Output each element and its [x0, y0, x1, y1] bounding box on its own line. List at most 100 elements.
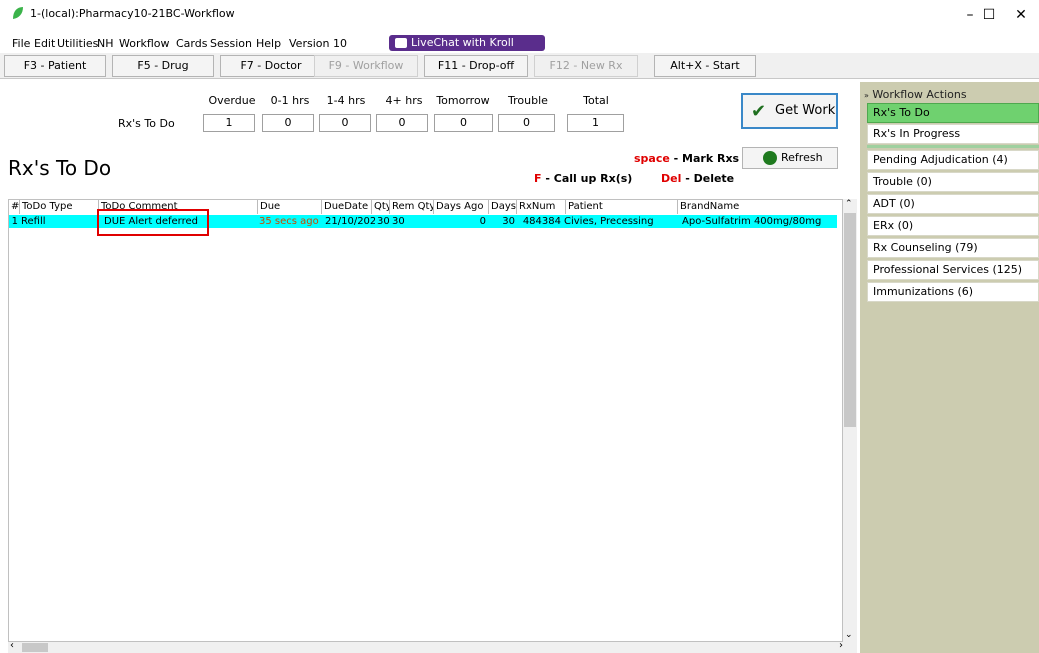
menu-edit[interactable]: Edit	[34, 37, 55, 50]
get-work-label: Get Work	[775, 103, 836, 118]
page-title: Rx's To Do	[8, 156, 112, 180]
scroll-right-icon[interactable]: ›	[839, 640, 843, 651]
count-1-4[interactable]: 0	[319, 114, 371, 132]
refresh-button[interactable]: Refresh	[742, 147, 838, 169]
function-key-bar: F3 - Patient F5 - Drug F7 - Doctor F9 - …	[0, 53, 1039, 79]
menu-file[interactable]: File	[12, 37, 30, 50]
f5-drug-button[interactable]: F5 - Drug	[112, 55, 214, 77]
hint-key-f: F	[534, 172, 542, 185]
cell-daysago: 0	[479, 216, 486, 227]
cell-patient: Civies, Precessing	[564, 216, 654, 227]
action-rx-counseling[interactable]: Rx Counseling (79)	[867, 238, 1039, 258]
hint-key-space: space	[634, 152, 670, 165]
menu-cards[interactable]: Cards	[176, 37, 207, 50]
cell-duedate: 21/10/2020	[325, 216, 375, 227]
col-days-ago[interactable]: Days Ago	[434, 200, 489, 214]
horizontal-scrollbar[interactable]: ‹ ›	[8, 640, 857, 653]
count-header-4plus: 4+ hrs	[385, 94, 423, 107]
hint-text-mark: - Mark Rxs	[669, 152, 740, 165]
group-divider	[867, 145, 1039, 148]
action-professional-services[interactable]: Professional Services (125)	[867, 260, 1039, 280]
f11-dropoff-button[interactable]: F11 - Drop-off	[424, 55, 528, 77]
hint-text-delete: - Delete	[681, 172, 735, 185]
count-row-label: Rx's To Do	[118, 117, 175, 130]
col-days[interactable]: Days	[489, 200, 517, 214]
col-num[interactable]: #	[9, 200, 20, 214]
cell-num: 1	[11, 216, 18, 227]
window-title: 1-(local):Pharmacy10-21BC-Workflow	[30, 7, 235, 20]
count-header-trouble: Trouble	[508, 94, 548, 107]
workflow-actions-title: Workflow Actions	[872, 88, 967, 101]
menu-workflow[interactable]: Workflow	[119, 37, 170, 50]
start-button[interactable]: Alt+X - Start	[654, 55, 756, 77]
collapse-chevron-icon: »	[864, 91, 869, 100]
col-rxnum[interactable]: RxNum	[517, 200, 566, 214]
scroll-up-icon[interactable]: ⌃	[845, 199, 853, 209]
action-pending-adjudication[interactable]: Pending Adjudication (4)	[867, 150, 1039, 170]
col-todo-type[interactable]: ToDo Type	[20, 200, 99, 214]
todo-grid[interactable]: # ToDo Type ToDo Comment Due DueDate Qty…	[8, 199, 843, 642]
get-work-button[interactable]: ✔ Get Work	[741, 93, 838, 129]
count-header-0-1: 0-1 hrs	[270, 94, 310, 107]
menu-help[interactable]: Help	[256, 37, 281, 50]
count-0-1[interactable]: 0	[262, 114, 314, 132]
action-erx[interactable]: ERx (0)	[867, 216, 1039, 236]
count-panel: Rx's To Do Overdue 0-1 hrs 1-4 hrs 4+ hr…	[0, 79, 843, 141]
workflow-actions-header[interactable]: » Workflow Actions	[864, 88, 967, 101]
cell-days: 30	[502, 216, 515, 227]
count-trouble[interactable]: 0	[498, 114, 555, 132]
leaf-icon	[13, 7, 23, 19]
checkmark-icon: ✔	[751, 101, 767, 122]
scroll-left-icon[interactable]: ‹	[10, 640, 14, 651]
vertical-scrollbar[interactable]: ⌃ ⌄	[843, 199, 857, 642]
cell-remqty: 30	[392, 216, 405, 227]
action-trouble[interactable]: Trouble (0)	[867, 172, 1039, 192]
menu-utilities[interactable]: Utilities	[57, 37, 98, 50]
cell-due: 35 secs ago	[259, 216, 319, 227]
livechat-button[interactable]: LiveChat with Kroll Support	[389, 35, 545, 65]
cell-type: Refill	[21, 216, 46, 227]
f3-patient-button[interactable]: F3 - Patient	[4, 55, 106, 77]
annotation-highlight-box	[97, 209, 209, 236]
col-patient[interactable]: Patient	[566, 200, 678, 214]
count-header-1-4: 1-4 hrs	[326, 94, 366, 107]
hint-call-up: F - Call up Rx(s)	[534, 172, 632, 185]
count-tomorrow[interactable]: 0	[434, 114, 493, 132]
cell-qty: 30	[377, 216, 390, 227]
action-rxs-to-do[interactable]: Rx's To Do	[867, 103, 1039, 123]
scroll-thumb[interactable]	[844, 213, 856, 427]
count-header-tomorrow: Tomorrow	[436, 94, 490, 107]
count-total[interactable]: 1	[567, 114, 624, 132]
menu-session[interactable]: Session	[210, 37, 252, 50]
close-button[interactable]: ✕	[1003, 0, 1039, 30]
f7-doctor-button[interactable]: F7 - Doctor	[220, 55, 322, 77]
col-duedate[interactable]: DueDate	[322, 200, 372, 214]
menu-version[interactable]: Version 10	[289, 37, 347, 50]
f9-workflow-button[interactable]: F9 - Workflow	[314, 55, 418, 77]
refresh-icon	[763, 151, 777, 165]
col-qty[interactable]: Qty	[372, 200, 390, 214]
menu-nh[interactable]: NH	[97, 37, 114, 50]
f12-newrx-button[interactable]: F12 - New Rx	[534, 55, 638, 77]
col-due[interactable]: Due	[258, 200, 322, 214]
count-header-overdue: Overdue	[208, 94, 256, 107]
cell-brand: Apo-Sulfatrim 400mg/80mg	[682, 216, 822, 227]
scroll-down-icon[interactable]: ⌄	[845, 630, 853, 640]
hint-text-call: - Call up Rx(s)	[541, 172, 633, 185]
hscroll-thumb[interactable]	[22, 643, 48, 652]
chat-icon	[395, 38, 407, 48]
count-4plus[interactable]: 0	[376, 114, 428, 132]
col-rem-qty[interactable]: Rem Qty	[390, 200, 434, 214]
hint-mark-rxs: space - Mark Rxs	[634, 152, 739, 165]
col-brandname[interactable]: BrandName	[678, 200, 837, 214]
action-adt[interactable]: ADT (0)	[867, 194, 1039, 214]
workflow-actions-panel: » Workflow Actions Rx's To Do Rx's In Pr…	[860, 82, 1039, 653]
title-bar: 1-(local):Pharmacy10-21BC-Workflow – ☐ ✕	[0, 0, 1039, 30]
action-rxs-in-progress[interactable]: Rx's In Progress	[867, 124, 1039, 144]
action-immunizations[interactable]: Immunizations (6)	[867, 282, 1039, 302]
cell-rxnum: 484384	[522, 216, 561, 227]
count-header-total: Total	[583, 94, 609, 107]
count-overdue[interactable]: 1	[203, 114, 255, 132]
hint-delete: Del - Delete	[661, 172, 734, 185]
refresh-label: Refresh	[781, 151, 823, 164]
